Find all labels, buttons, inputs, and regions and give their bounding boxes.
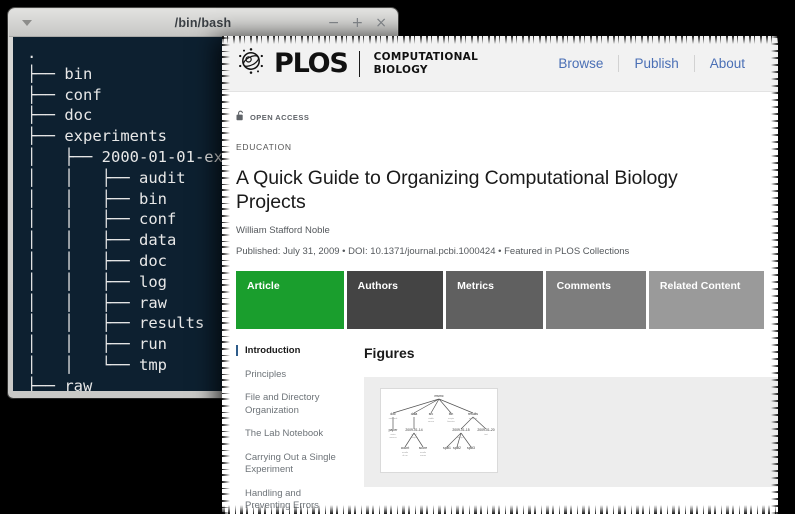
journal-name: COMPUTATIONAL BIOLOGY: [374, 51, 478, 76]
svg-text:score: score: [419, 446, 427, 450]
svg-text:2009-01-20: 2009-01-20: [477, 428, 494, 432]
article-doi: DOI: 10.1371/journal.pcbi.1000424: [348, 246, 496, 257]
open-padlock-icon: [236, 108, 245, 126]
toc-item-file-and-directory-organization[interactable]: File and Directory Organization: [236, 392, 336, 428]
brand-divider: [358, 50, 360, 77]
toc-item-introduction[interactable]: Introduction: [236, 345, 336, 369]
minimize-button[interactable]: −: [328, 16, 340, 30]
tab-related-content[interactable]: Related Content: [648, 271, 765, 329]
svg-text:scripts: scripts: [448, 417, 454, 420]
toc-item-carrying-out-a-single-experiment[interactable]: Carrying Out a Single Experiment: [236, 452, 336, 488]
terminal-titlebar[interactable]: /bin/bash − + ×: [9, 9, 397, 37]
directory-tree-diagram[interactable]: msmc doc data src bin results paper 2009…: [380, 388, 498, 473]
figures-section: Figures msmc doc data src bin results pa…: [346, 345, 778, 514]
plos-wordmark: PLOS: [274, 48, 349, 79]
svg-text:data: data: [411, 412, 418, 416]
article-section-kicker: EDUCATION: [236, 142, 292, 152]
open-access-label: OPEN ACCESS: [250, 112, 310, 122]
svg-text:analysis: analysis: [410, 437, 418, 439]
tab-comments[interactable]: Comments: [545, 271, 646, 329]
nav-browse[interactable]: Browse: [543, 56, 618, 72]
svg-text:of run: of run: [402, 454, 408, 457]
svg-text:analysis: analysis: [457, 437, 465, 439]
featured-collection: Featured in PLOS Collections: [504, 246, 630, 257]
plos-article-window[interactable]: PLOS COMPUTATIONAL BIOLOGY Browse Publis…: [222, 36, 778, 514]
svg-text:scores: scores: [420, 454, 426, 457]
nav-publish[interactable]: Publish: [619, 56, 693, 72]
tab-authors[interactable]: Authors: [346, 271, 444, 329]
article-toc: Introduction Principles File and Directo…: [236, 345, 346, 514]
article-title: A Quick Guide to Organizing Computationa…: [236, 167, 678, 213]
toc-item-the-lab-notebook[interactable]: The Lab Notebook: [236, 428, 336, 452]
published-date: Published: July 31, 2009: [236, 246, 340, 257]
article-tabs: Article Authors Metrics Comments Related…: [222, 257, 778, 329]
toc-item-handling-and-preventing-errors[interactable]: Handling and Preventing Errors: [236, 488, 336, 514]
svg-text:source: source: [428, 420, 435, 423]
desktop-background: /bin/bash − + × . ├── bin ├── conf ├── d…: [0, 0, 795, 514]
meta-separator-2: •: [498, 246, 502, 257]
plos-logo[interactable]: PLOS COMPUTATIONAL BIOLOGY: [236, 46, 478, 81]
article-body: Introduction Principles File and Directo…: [222, 329, 778, 514]
article-publication-meta: Published: July 31, 2009 • DOI: 10.1371/…: [222, 236, 778, 257]
svg-text:analyses: analyses: [469, 418, 477, 420]
svg-text:notebook: notebook: [389, 417, 399, 420]
nav-about[interactable]: About: [695, 56, 760, 72]
tab-article[interactable]: Article: [236, 271, 344, 329]
tab-metrics[interactable]: Metrics: [446, 271, 543, 329]
open-access-badge: OPEN ACCESS: [222, 92, 778, 126]
svg-text:split: split: [459, 433, 463, 436]
svg-text:initial: initial: [412, 433, 417, 436]
svg-text:2009-01-15: 2009-01-15: [452, 428, 469, 432]
svg-text:notes: notes: [390, 433, 395, 436]
svg-text:split1: split1: [443, 446, 451, 450]
maximize-button[interactable]: +: [352, 16, 364, 30]
svg-text:src: src: [429, 412, 434, 416]
svg-text:bin: bin: [449, 412, 454, 416]
close-button[interactable]: ×: [375, 16, 387, 30]
meta-separator-1: •: [342, 246, 346, 257]
window-controls: − + ×: [328, 9, 387, 37]
plos-site-header: PLOS COMPUTATIONAL BIOLOGY Browse Publis…: [222, 36, 778, 92]
svg-text:paper: paper: [389, 428, 399, 432]
svg-text:msmc: msmc: [434, 394, 443, 398]
svg-text:test: test: [484, 433, 488, 436]
figure-container: msmc doc data src bin results paper 2009…: [364, 377, 778, 487]
chevron-down-icon[interactable]: [22, 19, 32, 26]
svg-text:split3: split3: [467, 446, 475, 450]
svg-text:binaries: binaries: [447, 420, 454, 423]
toc-item-principles[interactable]: Principles: [236, 369, 336, 393]
svg-text:doc: doc: [390, 412, 396, 416]
svg-text:results: results: [420, 451, 426, 454]
journal-name-line2: BIOLOGY: [373, 63, 428, 76]
svg-text:results: results: [402, 451, 408, 454]
svg-text:sources: sources: [389, 436, 396, 439]
figures-heading: Figures: [364, 345, 415, 361]
svg-text:count: count: [401, 446, 409, 450]
plos-orb-icon: [236, 46, 266, 81]
journal-name-line1: COMPUTATIONAL: [373, 51, 479, 63]
svg-text:stable: stable: [428, 417, 434, 420]
svg-text:2009-01-14: 2009-01-14: [405, 428, 422, 432]
svg-text:results: results: [468, 412, 478, 416]
article-authors: William Stafford Noble: [236, 225, 330, 236]
plos-main-nav: Browse Publish About: [543, 55, 760, 72]
svg-text:split2: split2: [453, 446, 461, 450]
